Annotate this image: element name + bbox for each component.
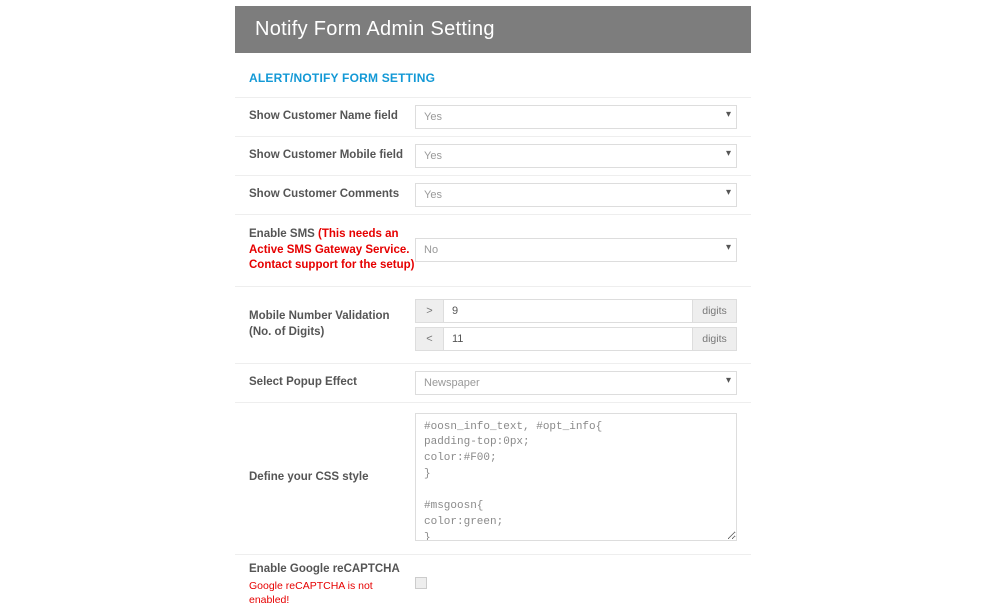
label-show-customer-name: Show Customer Name field bbox=[249, 109, 415, 125]
textarea-css-style[interactable] bbox=[415, 413, 737, 541]
label-popup-effect: Select Popup Effect bbox=[249, 375, 415, 391]
unit-digits-min: digits bbox=[693, 299, 737, 323]
page: Notify Form Admin Setting ALERT/NOTIFY F… bbox=[0, 6, 1000, 611]
label-recaptcha-text: Enable Google reCAPTCHA bbox=[249, 563, 400, 575]
lt-symbol: < bbox=[415, 327, 443, 351]
unit-digits-max: digits bbox=[693, 327, 737, 351]
input-mobile-min-digits[interactable] bbox=[443, 299, 693, 323]
row-show-customer-mobile: Show Customer Mobile field Yes bbox=[235, 136, 751, 175]
label-css-style: Define your CSS style bbox=[249, 470, 415, 486]
select-show-customer-name[interactable]: Yes bbox=[415, 105, 737, 129]
row-mobile-validation: Mobile Number Validation (No. of Digits)… bbox=[235, 286, 751, 363]
select-show-customer-comments[interactable]: Yes bbox=[415, 183, 737, 207]
row-recaptcha: Enable Google reCAPTCHA Google reCAPTCHA… bbox=[235, 554, 751, 611]
input-mobile-max-digits[interactable] bbox=[443, 327, 693, 351]
section-title: ALERT/NOTIFY FORM SETTING bbox=[235, 67, 751, 97]
settings-panel: ALERT/NOTIFY FORM SETTING Show Customer … bbox=[235, 67, 751, 611]
select-show-customer-mobile[interactable]: Yes bbox=[415, 144, 737, 168]
row-show-customer-comments: Show Customer Comments Yes bbox=[235, 175, 751, 214]
label-recaptcha: Enable Google reCAPTCHA Google reCAPTCHA… bbox=[249, 562, 415, 608]
label-recaptcha-warning: Google reCAPTCHA is not enabled! bbox=[249, 579, 415, 607]
mobile-validation-max-group: < digits bbox=[415, 327, 737, 351]
label-show-customer-comments: Show Customer Comments bbox=[249, 187, 415, 203]
select-popup-effect[interactable]: Newspaper bbox=[415, 371, 737, 395]
label-show-customer-mobile: Show Customer Mobile field bbox=[249, 148, 415, 164]
row-css-style: Define your CSS style bbox=[235, 402, 751, 554]
row-popup-effect: Select Popup Effect Newspaper bbox=[235, 363, 751, 402]
page-header: Notify Form Admin Setting bbox=[235, 6, 751, 53]
label-enable-sms: Enable SMS (This needs an Active SMS Gat… bbox=[249, 227, 415, 274]
label-enable-sms-text: Enable SMS bbox=[249, 228, 318, 240]
label-mobile-validation: Mobile Number Validation (No. of Digits) bbox=[249, 309, 415, 340]
select-enable-sms[interactable]: No bbox=[415, 238, 737, 262]
page-title: Notify Form Admin Setting bbox=[255, 18, 731, 41]
row-enable-sms: Enable SMS (This needs an Active SMS Gat… bbox=[235, 214, 751, 286]
mobile-validation-min-group: > digits bbox=[415, 299, 737, 323]
gt-symbol: > bbox=[415, 299, 443, 323]
checkbox-recaptcha[interactable] bbox=[415, 577, 427, 589]
row-show-customer-name: Show Customer Name field Yes bbox=[235, 97, 751, 136]
